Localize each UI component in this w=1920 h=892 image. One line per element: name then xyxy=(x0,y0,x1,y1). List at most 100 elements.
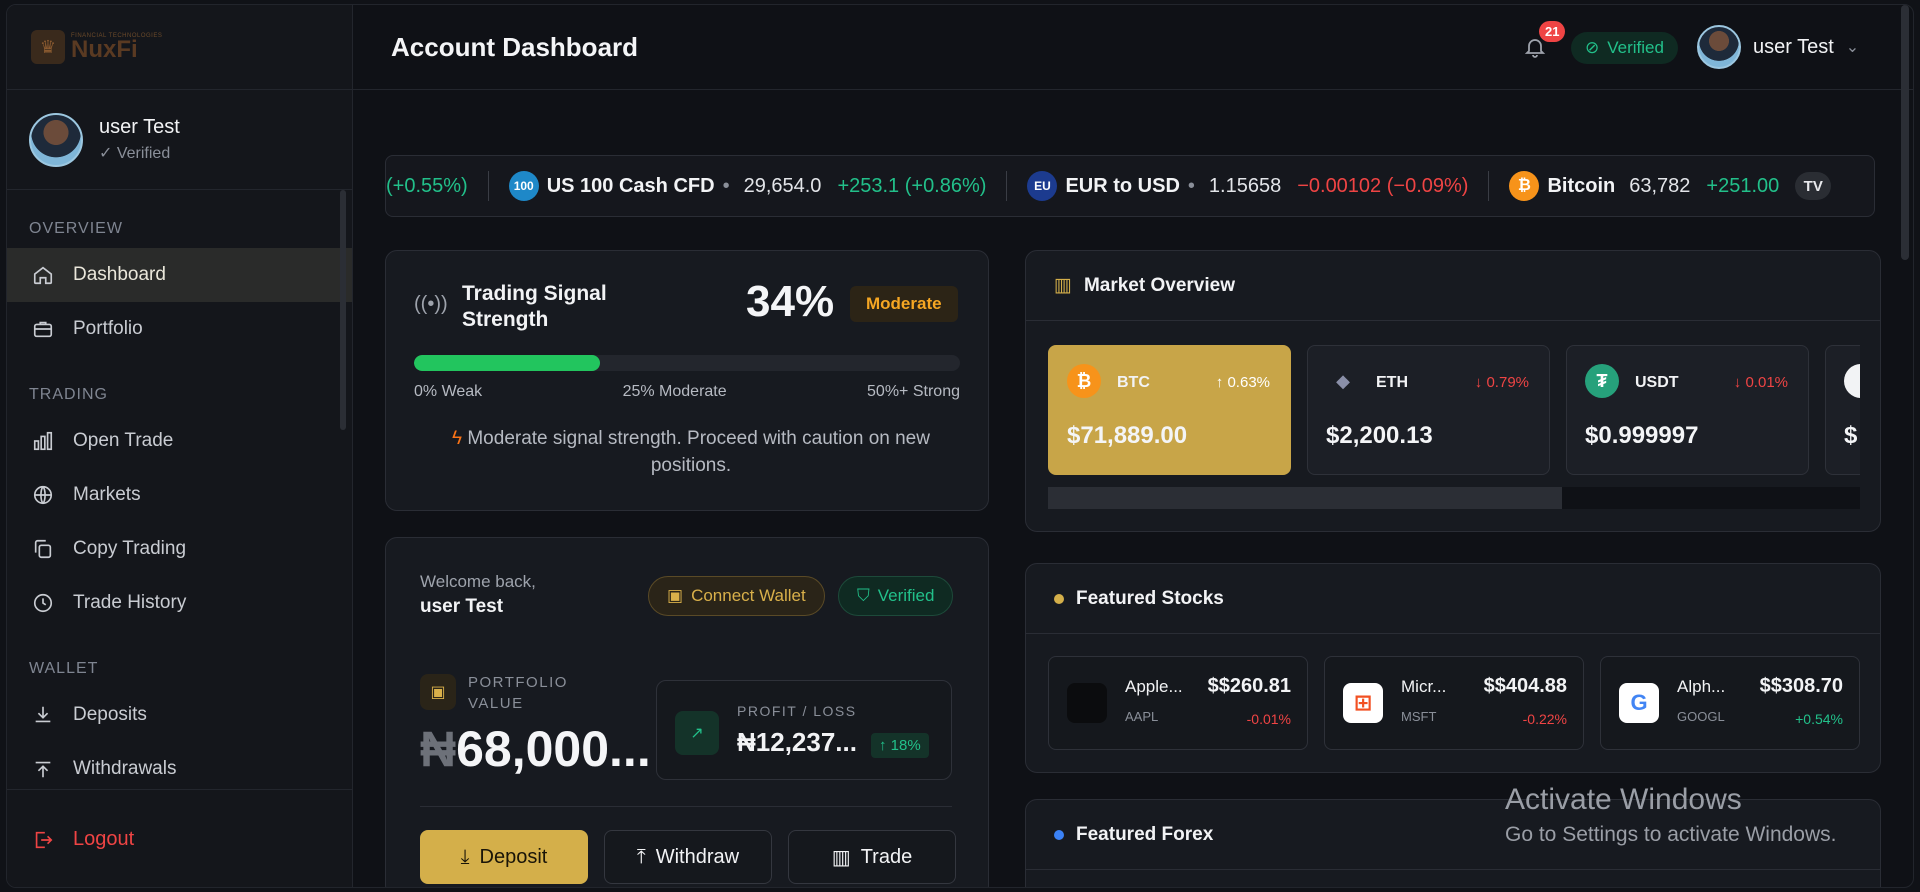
coin-card-btc[interactable]: ₿ BTC ↑ 0.63% $71,889.00 xyxy=(1048,345,1291,475)
stock-card-aapl[interactable]: Apple... AAPL $$260.81 -0.01% xyxy=(1048,656,1308,750)
tradingview-icon[interactable]: TV xyxy=(1795,172,1832,200)
bar-chart-icon xyxy=(31,429,55,453)
wallet-icon: ▣ xyxy=(667,586,684,605)
ticker-item[interactable]: ₿ Bitcoin 63,782 +251.00 TV xyxy=(1489,171,1851,201)
stock-change: +0.54% xyxy=(1795,711,1843,727)
avatar xyxy=(29,112,83,167)
stock-change: -0.01% xyxy=(1246,711,1291,727)
brand-logo[interactable]: ♛ FINANCIAL TECHNOLOGIES NuxFi xyxy=(7,5,352,90)
globe-icon xyxy=(31,483,55,507)
withdraw-button[interactable]: ⤒ Withdraw xyxy=(604,830,772,884)
signal-strength-bar xyxy=(414,355,960,371)
shield-check-icon: ⛉ xyxy=(857,586,870,605)
sidebar-item-markets[interactable]: Markets xyxy=(7,468,352,522)
sidebar-item-portfolio[interactable]: Portfolio xyxy=(7,302,352,356)
sidebar-item-label: Withdrawals xyxy=(73,758,177,779)
stock-card-msft[interactable]: ⊞ Micr... MSFT $$404.88 -0.22% xyxy=(1324,656,1584,750)
sidebar-item-copy-trading[interactable]: Copy Trading xyxy=(7,522,352,576)
sidebar-scrollbar[interactable] xyxy=(340,190,346,430)
coin-card-eth[interactable]: ◆ ETH ↓ 0.79% $2,200.13 xyxy=(1307,345,1550,475)
coin-price: $2,200.13 xyxy=(1326,422,1433,449)
sidebar-item-trade-history[interactable]: Trade History xyxy=(7,576,352,630)
featured-stocks-title: Featured Stocks xyxy=(1076,587,1224,609)
verified-label: Verified xyxy=(1607,38,1664,57)
sidebar-item-label: Open Trade xyxy=(73,430,174,451)
stock-price: $$308.70 xyxy=(1759,675,1843,697)
scale-strong: 50%+ Strong xyxy=(867,383,960,400)
chevron-down-icon: ⌄ xyxy=(1845,39,1860,56)
ticker-item[interactable]: 100 US 100 Cash CFD • 29,654.0 +253.1 (+… xyxy=(489,171,1008,201)
ethereum-icon: ◆ xyxy=(1336,370,1350,391)
sidebar-item-label: Portfolio xyxy=(73,318,143,339)
sidebar-item-label: Dashboard xyxy=(73,264,166,285)
ticker-item[interactable]: EU EUR to USD • 1.15658 −0.00102 (−0.09%… xyxy=(1007,171,1490,201)
market-ticker[interactable]: (+0.55%) 100 US 100 Cash CFD • 29,654.0 … xyxy=(385,155,1875,217)
apple-logo-icon xyxy=(1067,683,1107,723)
coin-carousel-scrollbar[interactable] xyxy=(1048,487,1860,509)
top-header: Account Dashboard 21 ⊘ Verified user Tes… xyxy=(353,5,1913,260)
coin-symbol: ETH xyxy=(1376,374,1408,391)
ticker-price: 29,654.0 xyxy=(743,174,822,197)
coin-carousel[interactable]: ₿ BTC ↑ 0.63% $71,889.00 ◆ ETH ↓ 0.79% $… xyxy=(1048,345,1860,477)
stock-name: Apple... xyxy=(1125,677,1183,696)
scrollbar-thumb[interactable] xyxy=(1048,487,1562,509)
signal-title: Trading Signal Strength xyxy=(462,282,607,331)
sidebar-item-dashboard[interactable]: Dashboard xyxy=(7,248,352,302)
download-icon: ⤓ xyxy=(460,845,470,868)
sidebar-item-withdrawals[interactable]: Withdrawals xyxy=(7,742,352,796)
nasdaq-icon: 100 xyxy=(508,171,539,201)
signal-percent: 34% xyxy=(746,277,835,326)
user-menu[interactable]: user Test ⌄ xyxy=(1697,25,1859,69)
coin-change: ↓ 0.01% xyxy=(1733,374,1788,391)
check-circle-icon: ⊘ xyxy=(1585,38,1600,57)
coin-icon xyxy=(1844,364,1860,398)
user-name: user Test xyxy=(1753,35,1834,58)
stock-price: $$260.81 xyxy=(1207,675,1291,697)
trending-up-icon: ↗ xyxy=(675,711,719,755)
logout-icon xyxy=(31,828,55,852)
welcome-greeting: Welcome back, xyxy=(420,572,536,591)
coin-change: ↑ 0.63% xyxy=(1215,374,1270,391)
coin-card-partial[interactable]: $ xyxy=(1825,345,1860,475)
stock-symbol: GOOGL xyxy=(1677,709,1725,724)
trading-signal-card: ((•)) Trading Signal Strength 34% Modera… xyxy=(385,250,989,511)
featured-stocks-header: Featured Stocks xyxy=(1026,564,1880,634)
ticker-change: +253.1 (+0.86%) xyxy=(837,174,987,197)
ticker-lead-change: (+0.55%) xyxy=(386,174,468,197)
windows-activation-watermark: Activate Windows xyxy=(1505,783,1742,816)
coin-price: $71,889.00 xyxy=(1067,422,1188,449)
scale-weak: 0% Weak xyxy=(414,383,483,400)
windows-activation-subtext: Go to Settings to activate Windows. xyxy=(1505,823,1837,846)
ticker-price: 1.15658 xyxy=(1208,174,1282,197)
coin-price: $0.999997 xyxy=(1585,422,1699,449)
upload-icon: ⤒ xyxy=(636,845,646,868)
trade-button[interactable]: ▥ Trade xyxy=(788,830,956,884)
bitcoin-icon: ₿ xyxy=(1509,171,1540,201)
sidebar: ♛ FINANCIAL TECHNOLOGIES NuxFi user Test… xyxy=(7,5,353,887)
sidebar-item-deposits[interactable]: Deposits xyxy=(7,688,352,742)
eur-usd-flag-icon: EU xyxy=(1027,171,1058,201)
sidebar-profile: user Test ✓ Verified xyxy=(7,90,352,190)
ticker-price: 63,782 xyxy=(1629,174,1691,197)
sidebar-item-open-trade[interactable]: Open Trade xyxy=(7,414,352,468)
signal-strength-fill xyxy=(414,355,600,371)
page-scrollbar[interactable] xyxy=(1901,5,1909,260)
nav-section-trading: TRADING xyxy=(29,386,108,403)
profit-loss-box: ↗ PROFIT / LOSS ₦12,237... ↑ 18% xyxy=(656,680,952,780)
download-icon xyxy=(31,703,55,727)
stock-card-googl[interactable]: G Alph... GOOGL $$308.70 +0.54% xyxy=(1600,656,1860,750)
deposit-button[interactable]: ⤓ Deposit xyxy=(420,830,588,884)
logout-button[interactable]: Logout xyxy=(7,789,353,887)
signal-icon: ((•)) xyxy=(414,293,448,315)
stock-price: $$404.88 xyxy=(1483,675,1567,697)
pl-label: PROFIT / LOSS xyxy=(737,703,857,719)
nav-section-wallet: WALLET xyxy=(29,660,99,677)
market-overview-header: ▥ Market Overview xyxy=(1026,251,1880,321)
copy-icon xyxy=(31,537,55,561)
ticker-change: −0.00102 (−0.09%) xyxy=(1297,174,1469,197)
coin-card-usdt[interactable]: ₮ USDT ↓ 0.01% $0.999997 xyxy=(1566,345,1809,475)
verified-button[interactable]: ⛉ Verified xyxy=(838,576,954,616)
nav-section-overview: OVERVIEW xyxy=(29,220,123,237)
signal-level-badge: Moderate xyxy=(850,286,958,322)
connect-wallet-button[interactable]: ▣ Connect Wallet xyxy=(648,576,825,616)
